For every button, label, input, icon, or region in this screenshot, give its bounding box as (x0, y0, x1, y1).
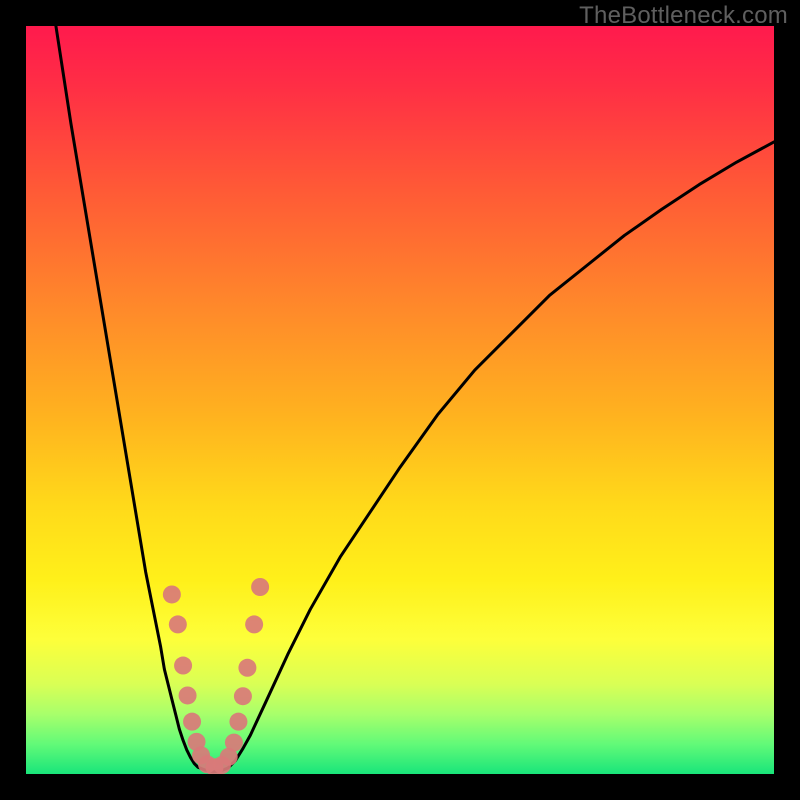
data-marker (179, 686, 197, 704)
data-marker (174, 657, 192, 675)
curve-layer (26, 26, 774, 774)
data-marker (229, 713, 247, 731)
series-group (56, 26, 774, 772)
bottleneck-curve (56, 26, 774, 772)
data-marker (245, 615, 263, 633)
data-marker (163, 585, 181, 603)
data-marker (251, 578, 269, 596)
marker-group (163, 578, 269, 774)
data-marker (183, 713, 201, 731)
data-marker (234, 687, 252, 705)
plot-area (26, 26, 774, 774)
data-marker (225, 734, 243, 752)
data-marker (169, 615, 187, 633)
data-marker (238, 659, 256, 677)
chart-frame: TheBottleneck.com (0, 0, 800, 800)
